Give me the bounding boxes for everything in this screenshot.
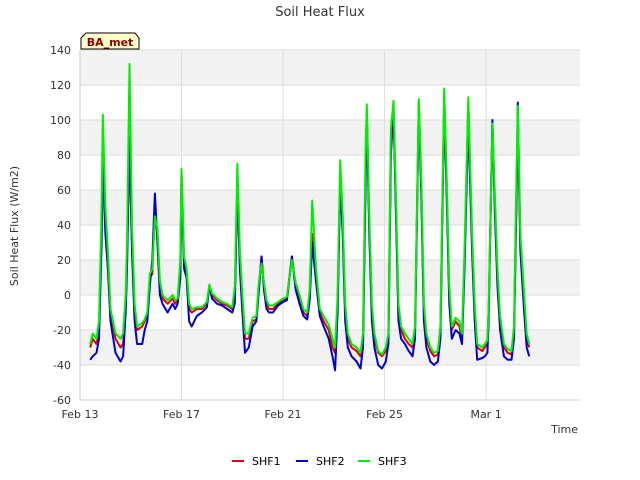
- x-tick-label: Mar 1: [470, 408, 501, 421]
- legend-item-shf1: SHF1: [232, 455, 281, 468]
- grid-band: [80, 260, 580, 295]
- x-tick-label: Feb 17: [163, 408, 200, 421]
- x-axis-ticks: Feb 13 Feb 17 Feb 21 Feb 25 Mar 1: [62, 408, 502, 421]
- y-tick-label: 120: [50, 79, 71, 92]
- legend-item-shf3: SHF3: [358, 455, 407, 468]
- legend: SHF1 SHF2 SHF3: [232, 455, 407, 468]
- y-axis-label: Soil Heat Flux (W/m2): [8, 166, 21, 286]
- legend-item-shf2: SHF2: [296, 455, 345, 468]
- y-axis-ticks: -60 -40 -20 0 20 40 60 80 100 120 140: [50, 44, 71, 407]
- legend-label: SHF2: [316, 455, 345, 468]
- legend-label: SHF3: [378, 455, 407, 468]
- y-tick-label: 80: [57, 149, 71, 162]
- badge: BA_met: [80, 32, 140, 50]
- y-tick-label: -20: [53, 324, 71, 337]
- y-tick-label: 140: [50, 44, 71, 57]
- grid-band: [80, 50, 580, 85]
- y-tick-label: 40: [57, 219, 71, 232]
- y-tick-label: -40: [53, 359, 71, 372]
- x-tick-label: Feb 13: [62, 408, 99, 421]
- y-tick-label: -60: [53, 394, 71, 407]
- x-tick-label: Feb 21: [265, 408, 302, 421]
- y-tick-label: 100: [50, 114, 71, 127]
- x-tick-label: Feb 25: [366, 408, 403, 421]
- soil-heat-flux-chart: Soil Heat Flux -60 -40 -20 0 20 40 60 80 100 120 1…: [8, 5, 580, 468]
- chart-title: Soil Heat Flux: [275, 5, 365, 20]
- grid-band: [80, 120, 580, 155]
- x-axis-label: Time: [550, 423, 578, 436]
- y-tick-label: 20: [57, 254, 71, 267]
- badge-label: BA_met: [87, 36, 134, 49]
- legend-label: SHF1: [252, 455, 281, 468]
- y-tick-label: 0: [64, 289, 71, 302]
- y-tick-label: 60: [57, 184, 71, 197]
